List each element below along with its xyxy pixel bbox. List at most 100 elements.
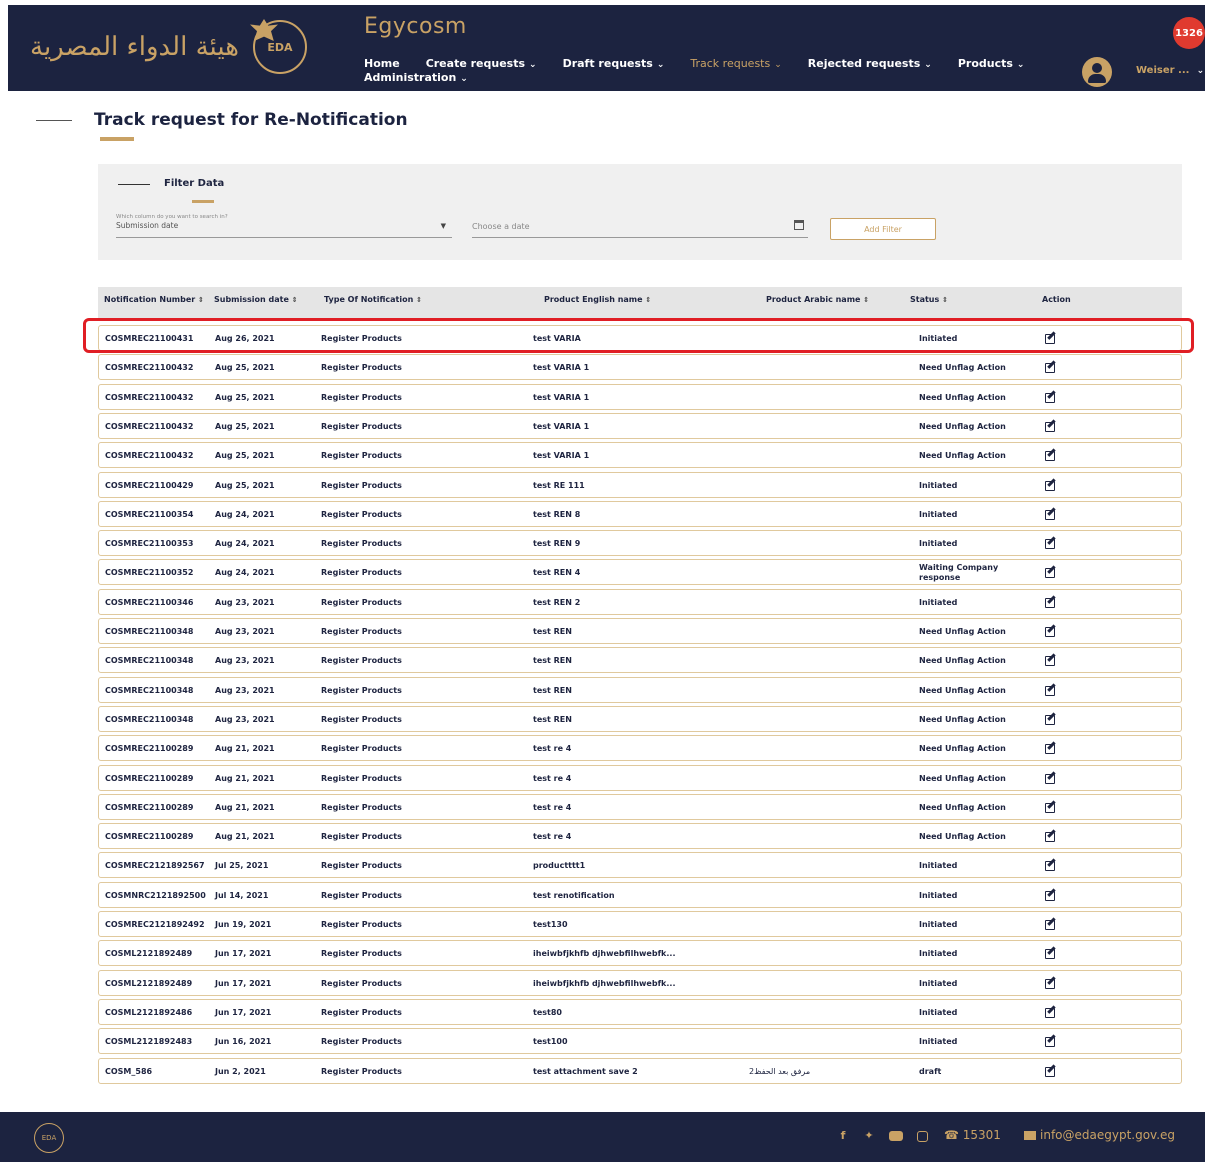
sort-icon[interactable]: ⇕ [292,296,298,304]
table-row[interactable]: COSMREC21100348 Aug 23, 2021 Register Prod… [98,705,1182,732]
cell-submission-date: Aug 23, 2021 [215,714,275,724]
edit-button[interactable] [1045,478,1057,492]
table-row[interactable]: COSMREC2121892492 Jun 19, 2021 Register Pr… [98,911,1182,937]
footer-phone[interactable]: ☎ 15301 [944,1128,1001,1142]
table-row[interactable]: COSMREC21100348 Aug 23, 2021 Register Prod… [98,618,1182,644]
twitter-icon[interactable]: ✦ [863,1130,875,1142]
edit-button[interactable] [1045,653,1057,667]
table-row[interactable]: COSMREC21100429 Aug 25, 2021 Register Prod… [98,471,1182,498]
edit-button[interactable] [1045,448,1057,462]
cell-notification-type: Register Products [321,656,402,666]
edit-button[interactable] [1045,595,1057,609]
sort-icon[interactable]: ⇕ [198,296,204,304]
table-row[interactable]: COSMREC21100432 Aug 25, 2021 Register Prod… [98,442,1182,469]
edit-button[interactable] [1045,419,1057,433]
edit-button[interactable] [1045,829,1057,843]
instagram-icon[interactable] [917,1130,928,1142]
nav-item-rejected-requests[interactable]: Rejected requests ⌄ [808,57,932,70]
edit-button[interactable] [1045,888,1057,902]
edit-button[interactable] [1045,624,1057,638]
table-row[interactable]: COSML2121892489 Jun 17, 2021 Register Prod… [98,940,1182,967]
cell-submission-date: Jun 16, 2021 [215,1037,272,1047]
user-name: Weiser ... [1136,65,1190,76]
table-row[interactable]: COSMREC21100432 Aug 25, 2021 Register Prod… [98,412,1182,439]
calendar-icon[interactable] [794,220,804,230]
table-row[interactable]: COSMREC21100289 Aug 21, 2021 Register Prod… [98,793,1182,820]
edit-button[interactable] [1045,360,1057,374]
nav-item-products[interactable]: Products ⌄ [958,57,1025,70]
cell-notification-number: COSML2121892489 [105,949,193,959]
edit-button[interactable] [1045,946,1057,960]
title-underline [100,137,134,141]
table-row[interactable]: COSMREC21100289 Aug 21, 2021 Register Prod… [98,764,1182,791]
footer-email[interactable]: info@edaegypt.gov.eg [1024,1128,1175,1142]
chevron-down-icon: ⌄ [1016,60,1025,70]
table-row[interactable]: COSMREC21100289 Aug 21, 2021 Register Prod… [98,823,1182,850]
date-input[interactable]: Choose a date [472,216,808,238]
edit-button[interactable] [1045,536,1057,550]
cell-submission-date: Aug 21, 2021 [215,744,275,754]
sort-icon[interactable]: ⇕ [645,296,651,304]
table-row[interactable]: COSMNRC2121892500 Jul 14, 2021 Register Pr… [98,881,1182,908]
table-row[interactable]: COSMREC21100432 Aug 25, 2021 Register Prod… [98,383,1182,410]
add-filter-button[interactable]: Add Filter [830,218,936,240]
edit-icon [1045,390,1057,403]
edit-button[interactable] [1045,771,1057,785]
edit-button[interactable] [1045,507,1057,521]
cell-status: Initiated [919,861,958,871]
notifications-badge[interactable]: 1326 [1173,17,1205,49]
cell-notification-number: COSMREC21100353 [105,539,194,549]
sort-icon[interactable]: ⇕ [942,296,948,304]
search-column-select[interactable]: Which column do you want to search in? S… [116,214,452,238]
edit-button[interactable] [1045,976,1057,990]
table-row[interactable]: COSMREC21100346 Aug 23, 2021 Register Prod… [98,588,1182,615]
edit-button[interactable] [1045,1064,1057,1078]
table-row[interactable]: COSMREC21100354 Aug 24, 2021 Register Prod… [98,500,1182,527]
edit-button[interactable] [1045,800,1057,814]
sort-icon[interactable]: ⇕ [863,296,869,304]
cell-submission-date: Aug 25, 2021 [215,363,275,373]
user-avatar-icon[interactable] [1082,57,1112,87]
cell-product-english-name: test REN 4 [533,568,581,578]
edit-button[interactable] [1045,858,1057,872]
column-header-type-of-notification[interactable]: Type Of Notification ⇕ [324,295,422,304]
edit-button[interactable] [1045,390,1057,404]
column-header-product-arabic-name[interactable]: Product Arabic name ⇕ [766,295,869,304]
cell-notification-type: Register Products [321,1037,402,1047]
table-row[interactable]: COSMREC21100289 Aug 21, 2021 Register Prod… [98,735,1182,762]
table-row[interactable]: COSM_586 Jun 2, 2021 Register Products test… [98,1057,1182,1084]
edit-button[interactable] [1045,741,1057,755]
edit-button[interactable] [1045,712,1057,726]
nav-item-track-requests[interactable]: Track requests ⌄ [690,57,781,70]
table-row[interactable]: COSML2121892483 Jun 16, 2021 Register Prod… [98,1028,1182,1055]
table-row[interactable]: COSML2121892489 Jun 17, 2021 Register Prod… [98,969,1182,996]
column-header-product-english-name[interactable]: Product English name ⇕ [544,295,651,304]
cell-status: Initiated [919,1037,958,1047]
table-row[interactable]: COSMREC2121892567 Jul 25, 2021 Register Pr… [98,852,1182,879]
edit-button[interactable] [1045,1005,1057,1019]
table-row[interactable]: COSMREC21100348 Aug 23, 2021 Register Prod… [98,647,1182,674]
cell-notification-type: Register Products [321,539,402,549]
youtube-icon[interactable] [889,1131,903,1141]
nav-item-administration[interactable]: Administration ⌄ [364,71,468,84]
table-row[interactable]: COSMREC21100352 Aug 24, 2021 Register Prod… [98,559,1182,586]
table-row[interactable]: COSMREC21100353 Aug 24, 2021 Register Prod… [98,530,1182,557]
cell-submission-date: Aug 25, 2021 [215,392,275,402]
edit-button[interactable] [1045,565,1057,579]
column-header-submission-date[interactable]: Submission date ⇕ [214,295,298,304]
sort-icon[interactable]: ⇕ [416,296,422,304]
column-header-status[interactable]: Status ⇕ [910,295,948,304]
table-row[interactable]: COSMREC21100432 Aug 25, 2021 Register Prod… [98,354,1182,381]
table-row[interactable]: COSML2121892486 Jun 17, 2021 Register Prod… [98,998,1182,1025]
column-header-notification-number[interactable]: Notification Number ⇕ [104,295,204,304]
facebook-icon[interactable]: f [837,1130,849,1142]
edit-button[interactable] [1045,683,1057,697]
nav-item-draft-requests[interactable]: Draft requests ⌄ [563,57,665,70]
edit-button[interactable] [1045,917,1057,931]
table-row[interactable]: COSMREC21100348 Aug 23, 2021 Register Prod… [98,676,1182,703]
edit-button[interactable] [1045,1034,1057,1048]
user-menu[interactable]: Weiser ... ⌄ [1136,65,1204,76]
cell-notification-type: Register Products [321,890,402,900]
nav-item-create-requests[interactable]: Create requests ⌄ [426,57,537,70]
nav-item-home[interactable]: Home [364,57,400,70]
